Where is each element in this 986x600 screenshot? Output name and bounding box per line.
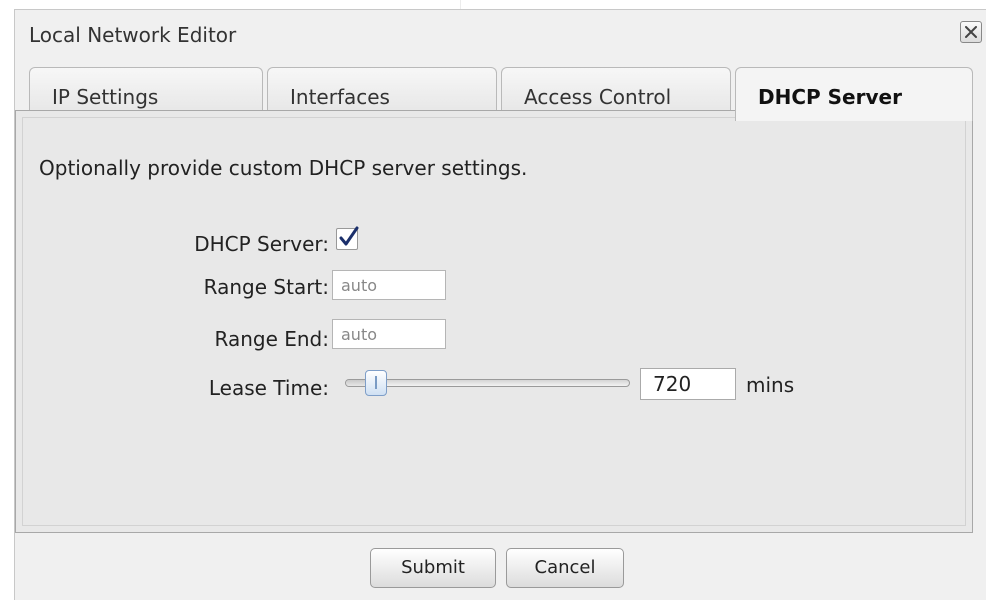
range-end-label: Range End: [214, 327, 330, 351]
tab-label: DHCP Server [758, 85, 902, 109]
close-button[interactable] [960, 21, 982, 43]
range-end-input[interactable] [332, 319, 446, 349]
tab-label: Interfaces [290, 85, 390, 109]
checkmark-icon [339, 226, 359, 246]
tab-label: IP Settings [52, 85, 159, 109]
range-start-input[interactable] [332, 270, 446, 300]
local-network-editor-dialog: Local Network Editor IP Settings Interfa… [14, 9, 986, 600]
lease-time-slider-thumb[interactable] [365, 370, 388, 396]
lease-time-slider[interactable] [345, 379, 630, 387]
submit-button[interactable]: Submit [370, 548, 496, 588]
dialog-title: Local Network Editor [29, 23, 237, 47]
dhcp-server-checkbox[interactable] [336, 226, 359, 250]
range-start-label: Range Start: [203, 275, 329, 299]
close-icon [965, 26, 977, 38]
lease-time-label: Lease Time: [208, 376, 329, 400]
cancel-button[interactable]: Cancel [506, 548, 624, 588]
lease-time-unit: mins [746, 373, 795, 397]
tab-dhcp-server[interactable]: DHCP Server [735, 67, 973, 121]
lease-time-input[interactable] [640, 368, 736, 400]
intro-text: Optionally provide custom DHCP server se… [39, 156, 528, 180]
tab-label: Access Control [524, 85, 672, 109]
dhcp-server-label: DHCP Server: [194, 232, 329, 256]
